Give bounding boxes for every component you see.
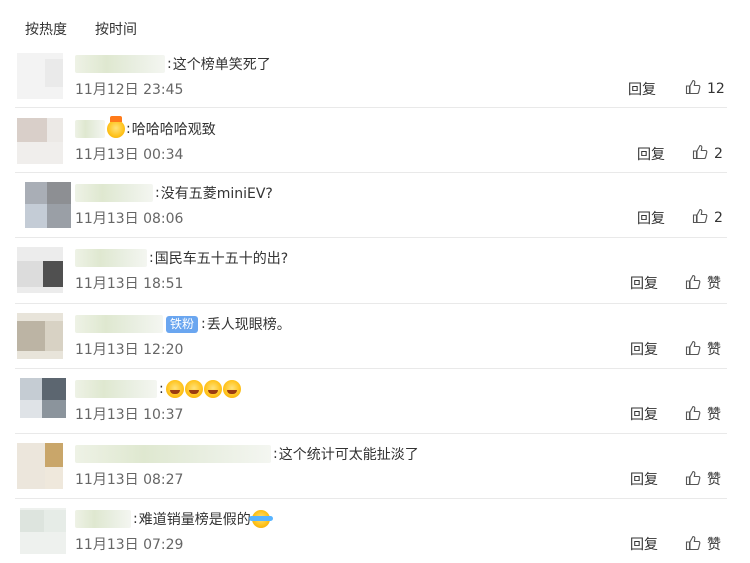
like-label: 赞 (707, 537, 721, 553)
like-button[interactable]: 赞 (685, 469, 721, 489)
comment-item: : 这个统计可太能扯淡了 11月13日 08:27 回复 赞 (15, 443, 727, 495)
fan-badge: 铁粉 (166, 315, 199, 333)
comment-line: : 难道销量榜是假的 (75, 508, 273, 530)
username-blurred[interactable] (75, 55, 165, 73)
thumbs-up-icon (692, 144, 708, 160)
like-count: 2 (714, 210, 723, 226)
username-blurred[interactable] (75, 249, 147, 267)
thumbs-up-icon (685, 535, 701, 551)
like-button[interactable]: 赞 (685, 339, 721, 359)
sort-by-hot-tab[interactable]: 按热度 (25, 19, 67, 39)
grin-emoji-icon (203, 380, 222, 398)
reply-button[interactable]: 回复 (630, 339, 658, 359)
sort-by-time-tab[interactable]: 按时间 (95, 19, 137, 39)
like-label: 赞 (707, 472, 721, 488)
divider (15, 303, 727, 304)
comment-item: : 没有五菱miniEV? 11月13日 08:06 回复 2 (15, 182, 727, 234)
reply-button[interactable]: 回复 (637, 144, 665, 164)
comment-text: 哈哈哈哈观致 (131, 122, 216, 138)
comment-time: 11月13日 18:51 (75, 276, 184, 292)
comment-line: 铁粉 : 丢人现眼榜。 (75, 313, 291, 335)
comment-text: 没有五菱miniEV? (160, 186, 273, 202)
comment-item: : 这个榜单笑死了 11月12日 23:45 回复 12 (15, 53, 727, 105)
divider (15, 433, 727, 434)
grin-emoji-icon (184, 380, 203, 398)
like-label: 赞 (707, 276, 721, 292)
like-button[interactable]: 赞 (685, 404, 721, 424)
username-blurred[interactable] (75, 184, 153, 202)
avatar[interactable] (17, 443, 63, 489)
like-button[interactable]: 2 (692, 208, 723, 226)
comment-line: : 这个统计可太能扯淡了 (75, 443, 419, 465)
divider (15, 498, 727, 499)
comment-line: : (75, 378, 241, 400)
comment-text: 这个榜单笑死了 (172, 57, 271, 73)
comment-time: 11月13日 08:27 (75, 472, 184, 488)
thumbs-up-icon (685, 79, 701, 95)
divider (15, 107, 727, 108)
like-count: 2 (714, 146, 723, 162)
crown-emoji-icon (107, 116, 125, 138)
reply-button[interactable]: 回复 (637, 208, 665, 228)
comment-item: : 11月13日 10:37 回复 赞 (15, 378, 727, 430)
comment-text: 难道销量榜是假的 (138, 512, 251, 528)
username-blurred[interactable] (75, 120, 105, 138)
avatar[interactable] (20, 508, 66, 554)
comment-item: : 难道销量榜是假的 11月13日 07:29 回复 赞 (15, 508, 727, 560)
thumbs-up-icon (685, 340, 701, 356)
comment-text: 国民车五十五十的出? (154, 251, 289, 267)
grin-emoji-icon (165, 380, 184, 398)
comment-text: 这个统计可太能扯淡了 (278, 447, 419, 463)
like-button[interactable]: 赞 (685, 273, 721, 293)
like-label: 赞 (707, 407, 721, 423)
reply-button[interactable]: 回复 (630, 273, 658, 293)
like-button[interactable]: 12 (685, 79, 725, 97)
avatar[interactable] (17, 53, 63, 99)
thumbs-up-icon (685, 274, 701, 290)
like-button[interactable]: 2 (692, 144, 723, 162)
divider (15, 368, 727, 369)
comment-line: : 没有五菱miniEV? (75, 182, 273, 204)
comment-time: 11月13日 10:37 (75, 407, 184, 423)
username-blurred[interactable] (75, 380, 157, 398)
like-button[interactable]: 赞 (685, 534, 721, 554)
tears-of-joy-emoji-icon (248, 510, 273, 528)
comment-time: 11月13日 08:06 (75, 211, 184, 227)
reply-button[interactable]: 回复 (630, 404, 658, 424)
divider (15, 172, 727, 173)
comment-item: : 国民车五十五十的出? 11月13日 18:51 回复 赞 (15, 247, 727, 299)
thumbs-up-icon (692, 208, 708, 224)
avatar[interactable] (17, 247, 63, 293)
like-count: 12 (707, 81, 725, 97)
avatar[interactable] (25, 182, 71, 228)
reply-button[interactable]: 回复 (630, 534, 658, 554)
reply-button[interactable]: 回复 (630, 469, 658, 489)
reply-button[interactable]: 回复 (628, 79, 656, 99)
comment-time: 11月12日 23:45 (75, 82, 184, 98)
username-blurred[interactable] (75, 315, 163, 333)
comment-line: : 这个榜单笑死了 (75, 53, 271, 75)
username-blurred[interactable] (75, 445, 271, 463)
avatar[interactable] (17, 118, 63, 164)
comment-time: 11月13日 12:20 (75, 342, 184, 358)
comment-time: 11月13日 07:29 (75, 537, 184, 553)
comment-line: : 哈哈哈哈观致 (75, 116, 216, 140)
comment-line: : 国民车五十五十的出? (75, 247, 288, 269)
comment-item: : 哈哈哈哈观致 11月13日 00:34 回复 2 (15, 116, 727, 170)
avatar[interactable] (20, 378, 66, 424)
avatar[interactable] (17, 313, 63, 359)
comment-text: 丢人现眼榜。 (206, 317, 291, 333)
thumbs-up-icon (685, 405, 701, 421)
thumbs-up-icon (685, 470, 701, 486)
like-label: 赞 (707, 342, 721, 358)
divider (15, 237, 727, 238)
username-blurred[interactable] (75, 510, 131, 528)
grin-emoji-icon (222, 380, 241, 398)
comment-time: 11月13日 00:34 (75, 147, 184, 163)
comment-item: 铁粉 : 丢人现眼榜。 11月13日 12:20 回复 赞 (15, 313, 727, 365)
